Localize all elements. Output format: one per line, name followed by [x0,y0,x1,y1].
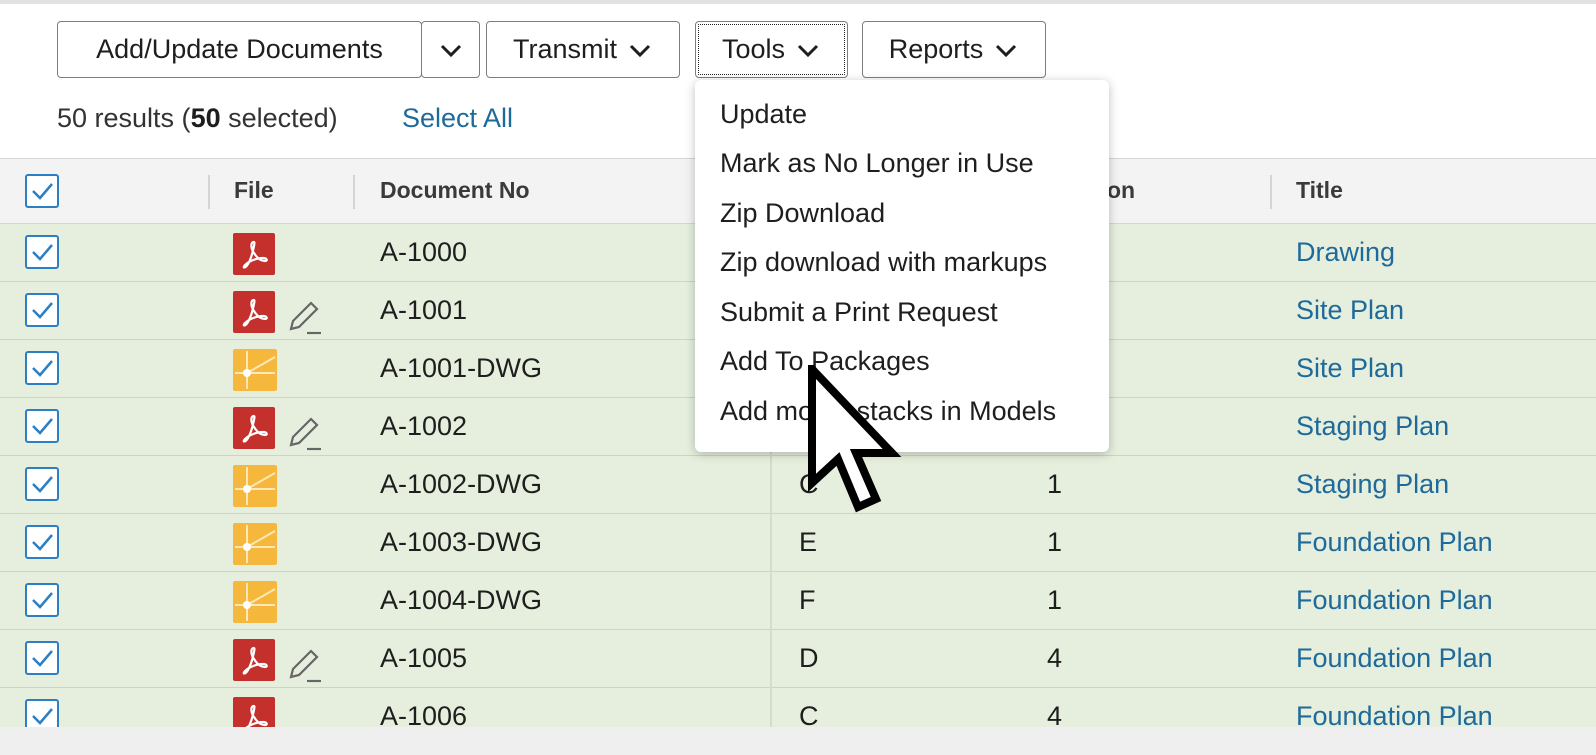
revision-number: 4 [1047,643,1063,673]
menu-item-update[interactable]: Update [720,99,807,130]
document-title-link[interactable]: Drawing [1296,237,1395,268]
document-number: A-1002 [380,411,468,441]
document-number: A-1000 [380,237,468,267]
pencil-icon[interactable] [285,297,323,335]
dwg-file-icon[interactable] [233,523,277,565]
tools-label: Tools [721,34,786,64]
horizontal-scrollbar[interactable] [0,727,1596,755]
checkbox-checked-icon [32,476,53,493]
checkbox-checked-icon [32,183,53,200]
add-update-documents-label: Add/Update Documents [96,34,383,64]
column-divider [770,514,772,572]
row-checkbox[interactable] [25,525,59,559]
column-header-file[interactable]: File [234,177,274,204]
document-number: A-1003-DWG [380,527,543,557]
table-row[interactable]: A-1003-DWG E 1 Foundation Plan [0,514,1596,572]
document-title-link[interactable]: Site Plan [1296,353,1404,384]
column-header-title[interactable]: Title [1296,177,1343,204]
pdf-file-icon[interactable] [233,233,275,275]
row-checkbox[interactable] [25,641,59,675]
document-number: A-1001-DWG [380,353,543,383]
checkbox-checked-icon [32,244,53,261]
revision-letter: F [799,585,816,615]
revision-letter: D [799,643,819,673]
document-number: A-1004-DWG [380,585,543,615]
pencil-icon[interactable] [285,645,323,683]
document-title-link[interactable]: Foundation Plan [1296,585,1493,616]
revision-number: 1 [1047,527,1063,557]
reports-label: Reports [888,34,984,64]
document-title-link[interactable]: Staging Plan [1296,411,1449,442]
revision-letter: C [799,469,819,499]
revision-number: 1 [1047,469,1063,499]
document-number: A-1005 [380,643,468,673]
document-number: A-1001 [380,295,468,325]
table-row[interactable]: A-1004-DWG F 1 Foundation Plan [0,572,1596,630]
menu-item-add-model-stacks[interactable]: Add model stacks in Models [720,396,1056,427]
chevron-down-icon [996,44,1017,57]
dwg-file-icon[interactable] [233,349,277,391]
checkbox-checked-icon [32,592,53,609]
column-divider [208,175,210,209]
column-divider [770,630,772,688]
checkbox-checked-icon [32,418,53,435]
row-checkbox[interactable] [25,235,59,269]
chevron-down-icon [629,44,651,57]
menu-item-add-to-packages[interactable]: Add To Packages [720,346,930,377]
add-update-documents-button[interactable]: Add/Update Documents [57,21,422,78]
column-divider [770,572,772,630]
tools-button[interactable]: Tools [695,21,848,78]
document-title-link[interactable]: Staging Plan [1296,469,1449,500]
row-checkbox[interactable] [25,409,59,443]
row-checkbox[interactable] [25,293,59,327]
tools-dropdown-menu: Update Mark as No Longer in Use Zip Down… [695,80,1109,452]
document-title-link[interactable]: Site Plan [1296,295,1404,326]
column-divider [770,456,772,514]
menu-item-zip-download[interactable]: Zip Download [720,198,885,229]
add-update-dropdown-button[interactable] [421,21,480,78]
pdf-file-icon[interactable] [233,639,275,681]
row-checkbox[interactable] [25,583,59,617]
document-title-link[interactable]: Foundation Plan [1296,527,1493,558]
checkbox-checked-icon [32,360,53,377]
column-divider [1270,175,1272,209]
dwg-file-icon[interactable] [233,465,277,507]
checkbox-checked-icon [32,534,53,551]
dwg-file-icon[interactable] [233,581,277,623]
chevron-down-icon [440,44,461,57]
pdf-file-icon[interactable] [233,291,275,333]
pencil-icon[interactable] [285,413,323,451]
transmit-label: Transmit [512,34,617,64]
select-all-link[interactable]: Select All [402,103,513,134]
selected-count: 50 [190,103,221,133]
menu-item-zip-download-markups[interactable]: Zip download with markups [720,247,1047,278]
menu-item-submit-print-request[interactable]: Submit a Print Request [720,297,998,328]
column-header-document-no[interactable]: Document No [380,177,530,204]
column-divider [353,175,355,209]
chevron-down-icon [797,44,819,57]
results-summary: 50 results (50 selected) [57,103,338,133]
column-header-revision[interactable]: on [1107,177,1135,204]
menu-item-mark-no-longer-in-use[interactable]: Mark as No Longer in Use [720,148,1034,179]
revision-letter: E [799,527,818,557]
select-all-checkbox[interactable] [25,174,59,208]
checkbox-checked-icon [32,650,53,667]
pdf-file-icon[interactable] [233,407,275,449]
checkbox-checked-icon [32,708,53,725]
transmit-button[interactable]: Transmit [486,21,680,78]
top-border [0,0,1596,4]
revision-number: 1 [1047,585,1063,615]
reports-button[interactable]: Reports [862,21,1046,78]
table-row[interactable]: A-1005 D 4 Foundation Plan [0,630,1596,688]
table-row[interactable]: A-1002-DWG C 1 Staging Plan [0,456,1596,514]
document-number: A-1002-DWG [380,469,543,499]
document-title-link[interactable]: Foundation Plan [1296,643,1493,674]
row-checkbox[interactable] [25,351,59,385]
row-checkbox[interactable] [25,467,59,501]
checkbox-checked-icon [32,302,53,319]
